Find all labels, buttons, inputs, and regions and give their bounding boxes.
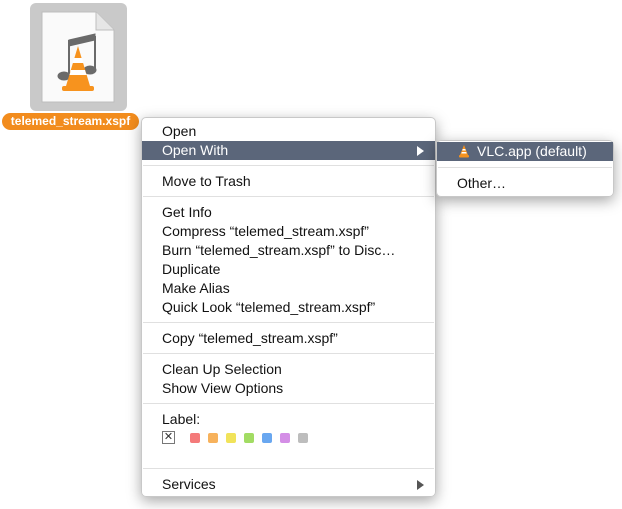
menu-item-label: Get Info (162, 204, 212, 220)
menu-item-show-view-options[interactable]: Show View Options (142, 379, 435, 398)
vlc-playlist-document-icon (41, 11, 115, 103)
menu-item-services[interactable]: Services (142, 475, 435, 494)
menu-item-duplicate[interactable]: Duplicate (142, 260, 435, 279)
menu-item-make-alias[interactable]: Make Alias (142, 279, 435, 298)
menu-item-copy[interactable]: Copy “telemed_stream.xspf” (142, 329, 435, 348)
menu-item-label: Copy “telemed_stream.xspf” (162, 330, 338, 346)
menu-item-label: Show View Options (162, 380, 284, 396)
menu-item-compress[interactable]: Compress “telemed_stream.xspf” (142, 222, 435, 241)
menu-item-move-to-trash[interactable]: Move to Trash (142, 172, 435, 191)
menu-separator (438, 167, 612, 168)
menu-item-label: Compress “telemed_stream.xspf” (162, 223, 369, 239)
menu-item-label-heading: Label: (142, 410, 435, 429)
menu-item-label: Burn “telemed_stream.xspf” to Disc… (162, 242, 396, 258)
menu-separator (143, 322, 434, 323)
menu-item-burn[interactable]: Burn “telemed_stream.xspf” to Disc… (142, 241, 435, 260)
file-icon-tile[interactable] (30, 3, 127, 111)
label-swatch-gray[interactable] (298, 433, 308, 443)
menu-item-get-info[interactable]: Get Info (142, 203, 435, 222)
label-swatch-blue[interactable] (262, 433, 272, 443)
menu-separator (143, 196, 434, 197)
menu-item-label: Open With (162, 142, 229, 158)
menu-separator (143, 353, 434, 354)
label-swatch-purple[interactable] (280, 433, 290, 443)
label-swatch-orange[interactable] (208, 433, 218, 443)
submenu-arrow-icon (417, 146, 424, 156)
menu-item-label: Clean Up Selection (162, 361, 282, 377)
menu-item-label: Label: (162, 411, 201, 427)
label-swatch-red[interactable] (190, 433, 200, 443)
menu-item-label: Services (162, 476, 216, 492)
label-swatch-green[interactable] (244, 433, 254, 443)
menu-item-label: Duplicate (162, 261, 221, 277)
menu-item-label: Quick Look “telemed_stream.xspf” (162, 299, 376, 315)
menu-separator (143, 468, 434, 469)
submenu-item-label: Other… (457, 175, 507, 191)
menu-separator (143, 165, 434, 166)
menu-item-label: Move to Trash (162, 173, 251, 189)
menu-item-label: Open (162, 123, 197, 139)
submenu-item-label: VLC.app (default) (477, 143, 587, 159)
submenu-item-vlc[interactable]: VLC.app (default) (437, 142, 613, 161)
submenu-item-other[interactable]: Other… (437, 174, 613, 193)
vlc-cone-icon (459, 145, 469, 158)
menu-separator (143, 403, 434, 404)
open-with-submenu: VLC.app (default) Other… (436, 140, 614, 197)
label-swatch-yellow[interactable] (226, 433, 236, 443)
label-none-swatch[interactable]: ✕ (162, 431, 175, 444)
menu-item-open-with[interactable]: Open With (142, 141, 435, 160)
menu-item-clean-up-selection[interactable]: Clean Up Selection (142, 360, 435, 379)
menu-item-quick-look[interactable]: Quick Look “telemed_stream.xspf” (142, 298, 435, 317)
file-name-label[interactable]: telemed_stream.xspf (2, 113, 139, 130)
menu-item-open[interactable]: Open (142, 122, 435, 141)
submenu-arrow-icon (417, 480, 424, 490)
menu-item-label: Make Alias (162, 280, 230, 296)
context-menu: Open Open With Move to Trash Get Info Co… (141, 117, 436, 497)
